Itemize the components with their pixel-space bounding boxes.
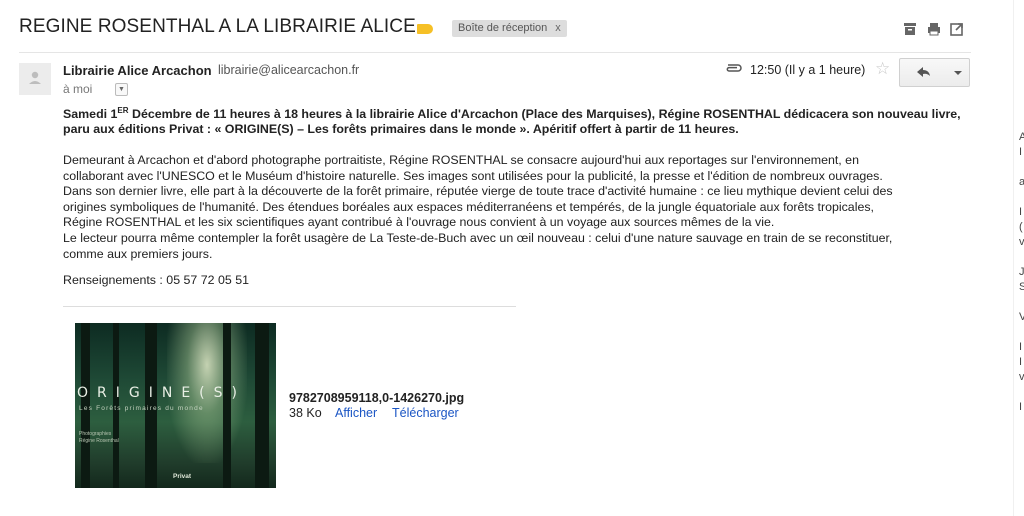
right-panel-letter — [1019, 250, 1024, 265]
recipient-label: à moi — [63, 82, 93, 96]
body-line: comme aux premiers jours. — [63, 246, 213, 261]
lead-text-rest: Décembre de 11 heures à 18 heures à la l… — [63, 107, 961, 136]
body-line: Régine ROSENTHAL et les six scientifique… — [63, 215, 775, 230]
cover-author-line: Régine Rosenthal — [79, 438, 119, 444]
paperclip-icon — [726, 64, 742, 72]
person-icon — [29, 71, 41, 84]
cover-author: Photographies Régine Rosenthal — [79, 431, 119, 445]
view-attachment-link[interactable]: Afficher — [335, 406, 377, 420]
right-panel-letter: v — [1019, 236, 1024, 248]
right-panel-letter — [1019, 190, 1024, 205]
attachment-filename: 9782708959118,0-1426270.jpg — [289, 391, 465, 405]
right-panel-clipped: A I a I ( v J S V I I v I — [1019, 130, 1024, 415]
right-panel-letter — [1019, 325, 1024, 340]
sender-name[interactable]: Librairie Alice Arcachon — [63, 63, 212, 78]
subject-bar: REGINE ROSENTHAL A LA LIBRAIRIE ALICE Bo… — [0, 0, 1000, 52]
body-line: origines symboliques de l'humanité. Des … — [63, 199, 874, 214]
avatar[interactable] — [19, 63, 51, 95]
inbox-label-chip[interactable]: Boîte de réception x — [452, 20, 567, 37]
inbox-label-text: Boîte de réception — [458, 22, 548, 34]
star-icon[interactable]: ☆ — [875, 60, 890, 77]
cover-author-line: Photographies — [79, 431, 112, 437]
reply-button[interactable] — [899, 58, 946, 87]
important-label-icon[interactable] — [417, 24, 433, 34]
right-panel-letter: I — [1019, 401, 1023, 413]
attachment-divider — [63, 306, 516, 307]
header-divider — [19, 52, 971, 53]
body-paragraph: Demeurant à Arcachon et d'abord photogra… — [63, 153, 963, 262]
email-subject: REGINE ROSENTHAL A LA LIBRAIRIE ALICE — [19, 16, 416, 37]
right-panel-letter: I — [1019, 206, 1023, 218]
download-attachment-link[interactable]: Télécharger — [392, 406, 459, 420]
right-panel-letter — [1019, 385, 1024, 400]
info-line: Renseignements : 05 57 72 05 51 — [63, 273, 249, 287]
attachment-size: 38 Ko — [289, 406, 322, 420]
sender-email: librairie@alicearcachon.fr — [218, 63, 360, 77]
lead-text-start: Samedi 1 — [63, 107, 118, 121]
show-details-icon[interactable]: ▼ — [115, 83, 128, 96]
more-actions-button[interactable] — [945, 58, 970, 87]
right-panel-letter: I — [1019, 356, 1023, 368]
right-panel-letter: S — [1019, 281, 1024, 293]
reply-icon — [917, 67, 930, 77]
right-panel-letter: J — [1019, 266, 1024, 278]
body-line: Dans son dernier livre, elle part à la d… — [63, 184, 893, 199]
right-panel-letter: A — [1019, 131, 1024, 143]
body-line: collaborant avec l'UNESCO et le Muséum d… — [63, 168, 883, 183]
right-panel-letter: a — [1019, 176, 1024, 188]
body-line: Demeurant à Arcachon et d'abord photogra… — [63, 153, 859, 167]
right-panel-divider — [1013, 0, 1014, 516]
chevron-down-icon — [954, 71, 962, 75]
right-panel-letter — [1019, 295, 1024, 310]
new-window-icon[interactable] — [950, 22, 964, 36]
body-line: Le lecteur pourra même contempler la for… — [63, 230, 893, 245]
right-panel-letter — [1019, 160, 1024, 175]
remove-label-icon[interactable]: x — [555, 22, 561, 34]
cover-publisher: Privat — [173, 473, 192, 480]
cover-tree — [255, 323, 269, 488]
archive-icon[interactable] — [903, 22, 917, 36]
right-panel-letter: ( — [1019, 221, 1023, 233]
right-panel-letter: V — [1019, 311, 1024, 323]
cover-subtitle: Les Forêts primaires du monde — [79, 405, 204, 412]
right-panel-letter: I — [1019, 341, 1023, 353]
attachment-thumbnail[interactable]: ORIGINE(S) Les Forêts primaires du monde… — [75, 323, 276, 488]
lead-paragraph: Samedi 1ER Décembre de 11 heures à 18 he… — [63, 105, 963, 137]
cover-tree — [223, 323, 231, 488]
right-panel-letter: I — [1019, 146, 1023, 158]
print-icon[interactable] — [927, 22, 941, 36]
cover-title: ORIGINE(S) — [77, 385, 246, 401]
message-time: 12:50 (Il y a 1 heure) — [750, 63, 866, 77]
lead-superscript: ER — [117, 105, 129, 115]
right-panel-letter: v — [1019, 371, 1024, 383]
